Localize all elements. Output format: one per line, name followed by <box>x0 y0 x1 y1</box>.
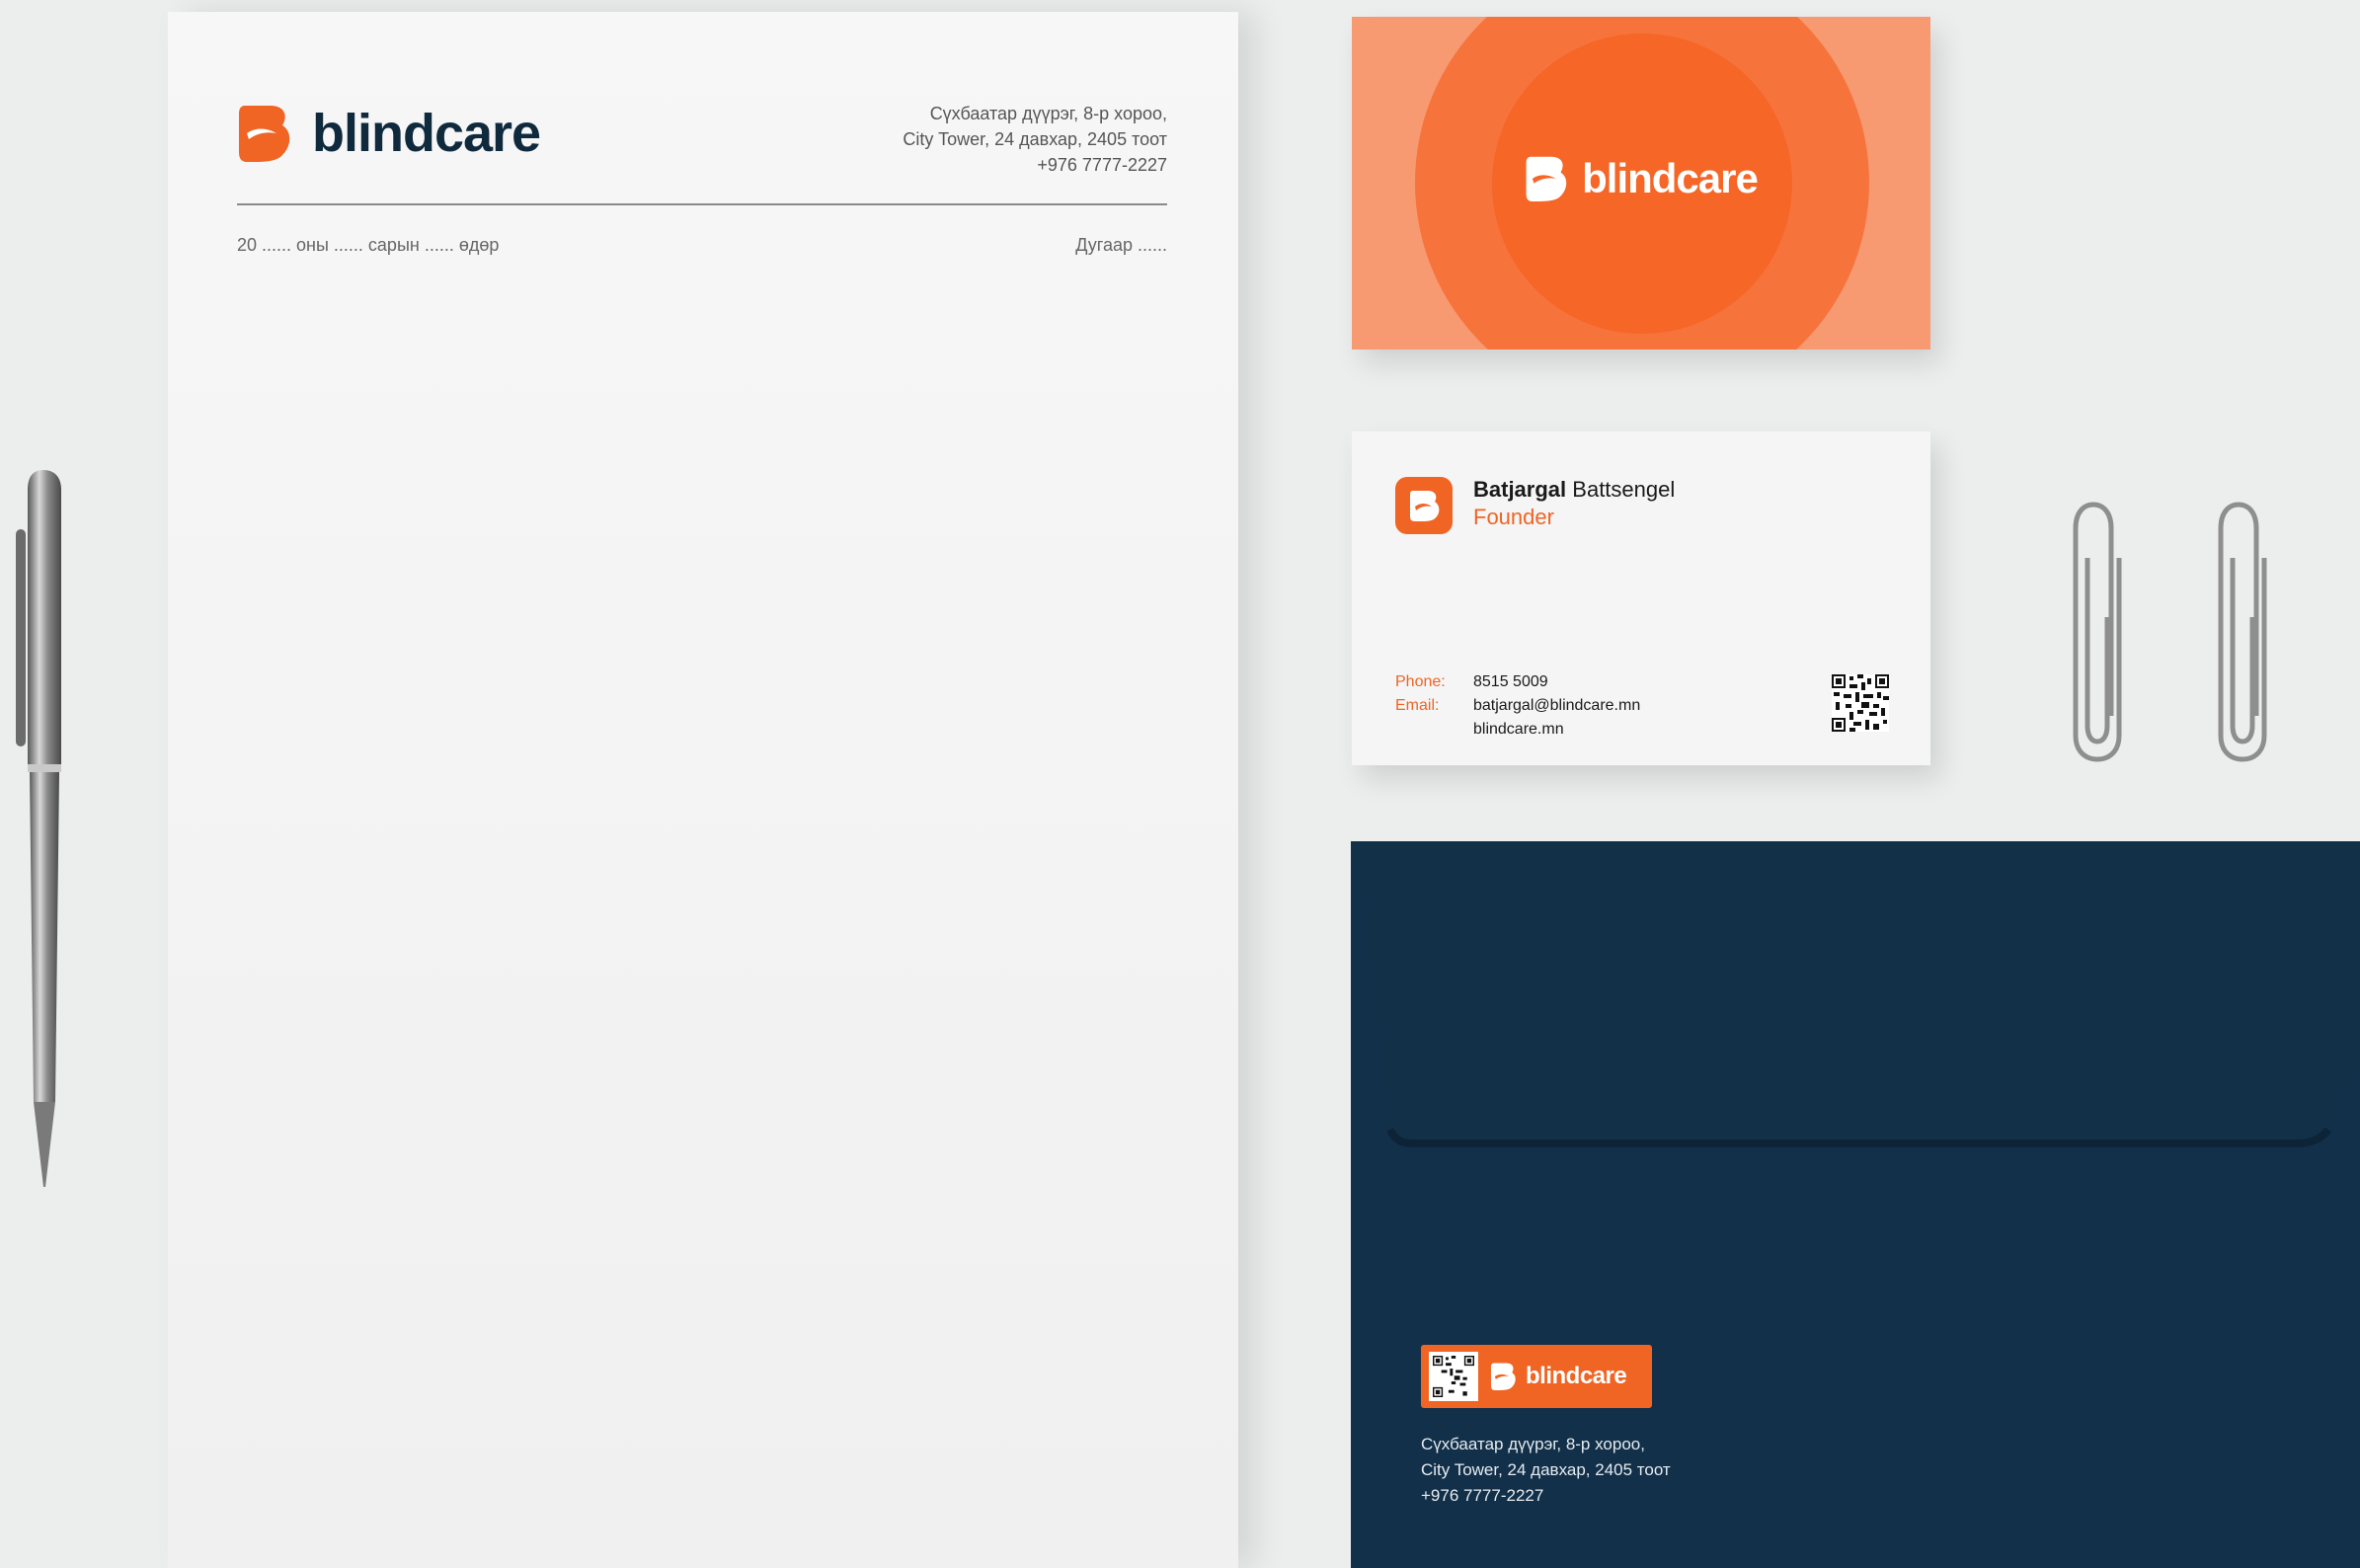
last-name: Battsengel <box>1572 477 1676 502</box>
phone-number: 8515 5009 <box>1473 673 1548 690</box>
brand-wordmark: blindcare <box>1582 155 1759 201</box>
address-line: City Tower, 24 давхар, 2405 тоот <box>903 129 1167 149</box>
envelope: blindcare Сүхбаатар дүүрэг, 8-р хороо, C… <box>1351 841 2360 1568</box>
brand-b-icon <box>1490 1363 1516 1390</box>
email-label: Email: <box>1395 697 1440 714</box>
qr-code-icon <box>1429 1352 1478 1401</box>
first-name: Batjargal <box>1473 477 1567 502</box>
contact-labels: Phone: Email: <box>1395 670 1446 718</box>
qr-code-icon <box>1832 674 1889 732</box>
envelope-logo-badge: blindcare <box>1421 1345 1652 1408</box>
address-line: City Tower, 24 давхар, 2405 тоот <box>1421 1460 1671 1479</box>
person-name: Batjargal Battsengel <box>1473 477 1675 503</box>
pen-icon <box>16 470 61 1187</box>
brand-wordmark: blindcare <box>312 104 541 163</box>
job-title: Founder <box>1473 505 1554 529</box>
document-number: Дугаар ...... <box>1075 235 1167 255</box>
envelope-address: Сүхбаатар дүүрэг, 8-р хороо, City Tower,… <box>1421 1432 1671 1509</box>
header-divider <box>237 203 1167 205</box>
brand-b-icon <box>1395 477 1453 534</box>
date-line: 20 ...... оны ...... сарын ...... өдөр <box>237 235 500 255</box>
envelope-flap <box>1351 841 2360 1147</box>
paperclip-icon <box>2218 502 2267 762</box>
address-line: Сүхбаатар дүүрэг, 8-р хороо, <box>1421 1435 1645 1453</box>
letterhead-logo: blindcare <box>237 103 541 164</box>
address-line: Сүхбаатар дүүрэг, 8-р хороо, <box>929 104 1167 123</box>
brand-b-icon <box>239 106 290 162</box>
brand-wordmark: blindcare <box>1526 1363 1627 1389</box>
brand-b-icon <box>1526 156 1567 201</box>
card-logo <box>1395 477 1453 539</box>
business-card-back: Batjargal Battsengel Founder Phone: Emai… <box>1352 431 1930 765</box>
phone-number: +976 7777-2227 <box>1037 155 1167 175</box>
phone-label: Phone: <box>1395 673 1446 690</box>
letterhead-address: Сүхбаатар дүүрэг, 8-р хороо, City Tower,… <box>903 101 1167 178</box>
card-front-logo: blindcare <box>1352 155 1930 202</box>
website: blindcare.mn <box>1473 721 1564 738</box>
phone-number: +976 7777-2227 <box>1421 1486 1544 1505</box>
paperclip-icon <box>2073 502 2122 762</box>
letterhead-sheet: blindcare Сүхбаатар дүүрэг, 8-р хороо, C… <box>168 12 1238 1568</box>
email-address: batjargal@blindcare.mn <box>1473 697 1641 714</box>
contact-values: 8515 5009 batjargal@blindcare.mn blindca… <box>1473 670 1640 742</box>
business-card-front: blindcare <box>1352 17 1930 350</box>
